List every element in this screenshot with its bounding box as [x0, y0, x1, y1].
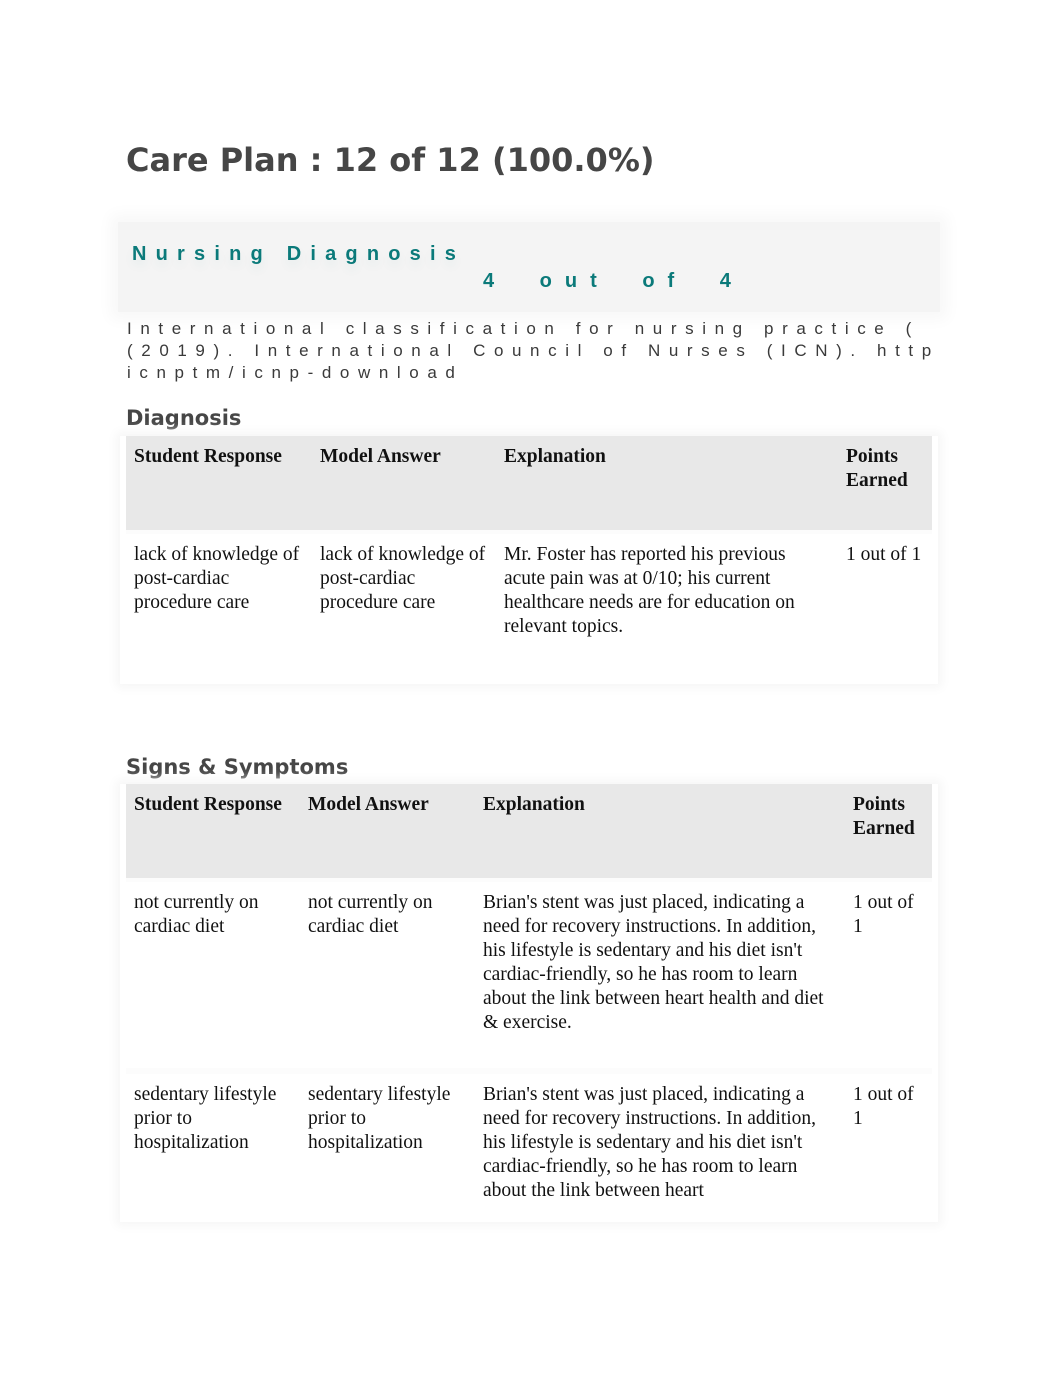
column-header: Explanation — [475, 784, 845, 878]
banner-title: Nursing Diagnosis — [132, 243, 466, 265]
nursing-diagnosis-banner — [118, 222, 940, 312]
section-heading-diagnosis: Diagnosis — [126, 406, 242, 430]
column-header: Points Earned — [838, 436, 932, 530]
column-header: Student Response — [126, 784, 300, 878]
table-row: lack of knowledge of post-cardiac proced… — [126, 534, 932, 676]
signs-symptoms-table: Student Response Model Answer Explanatio… — [126, 784, 932, 1214]
points-cell: 1 out of 1 — [845, 1074, 932, 1214]
student-response-cell: not currently on cardiac diet — [126, 882, 300, 1068]
student-response-cell: sedentary lifestyle prior to hospitaliza… — [126, 1074, 300, 1214]
table-row: sedentary lifestyle prior to hospitaliza… — [126, 1074, 932, 1214]
page-title: Care Plan : 12 of 12 (100.0%) — [126, 141, 655, 179]
diagnosis-table: Student Response Model Answer Explanatio… — [126, 436, 932, 676]
citation-line: (2019). International Council of Nurses … — [127, 341, 940, 360]
explanation-cell: Brian's stent was just placed, indicatin… — [475, 1074, 845, 1214]
table-header-row: Student Response Model Answer Explanatio… — [126, 784, 932, 878]
model-answer-cell: lack of knowledge of post-cardiac proced… — [312, 534, 496, 676]
student-response-cell: lack of knowledge of post-cardiac proced… — [126, 534, 312, 676]
column-header: Model Answer — [312, 436, 496, 530]
points-cell: 1 out of 1 — [845, 882, 932, 1068]
column-header: Explanation — [496, 436, 838, 530]
column-header: Points Earned — [845, 784, 932, 878]
points-cell: 1 out of 1 — [838, 534, 932, 676]
table-row: not currently on cardiac diet not curren… — [126, 882, 932, 1068]
model-answer-cell: sedentary lifestyle prior to hospitaliza… — [300, 1074, 475, 1214]
column-header: Model Answer — [300, 784, 475, 878]
table-header-row: Student Response Model Answer Explanatio… — [126, 436, 932, 530]
care-plan-page: Care Plan : 12 of 12 (100.0%) Nursing Di… — [0, 0, 1062, 1377]
citation: International classification for nursing… — [127, 318, 1062, 384]
explanation-cell: Mr. Foster has reported his previous acu… — [496, 534, 838, 676]
citation-line: icnptm/icnp-download — [127, 363, 464, 382]
explanation-cell: Brian's stent was just placed, indicatin… — [475, 882, 845, 1068]
section-heading-signs-symptoms: Signs & Symptoms — [126, 755, 349, 779]
model-answer-cell: not currently on cardiac diet — [300, 882, 475, 1068]
citation-line: International classification for nursing… — [127, 319, 920, 338]
banner-score: 4 out of 4 — [483, 270, 744, 292]
column-header: Student Response — [126, 436, 312, 530]
